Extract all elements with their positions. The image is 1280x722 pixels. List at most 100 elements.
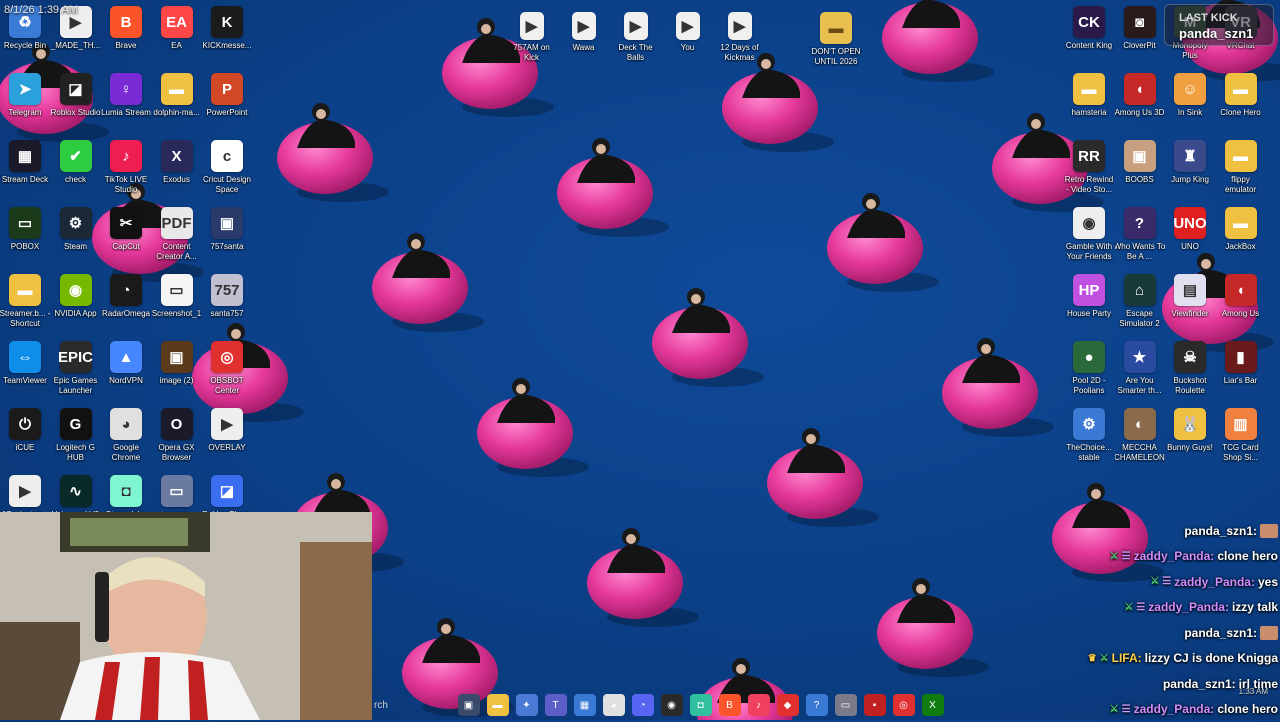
chat-username: panda_szn1: (1184, 524, 1257, 538)
desktop-icon-label: Streamer.b... - Shortcut (0, 309, 50, 329)
desktop-icon-image-2[interactable]: ▣image (2) (152, 337, 202, 404)
desktop-icon-jackbox[interactable]: ▬JackBox (1216, 203, 1266, 270)
desktop-icon-escape-simulator-2[interactable]: ⌂Escape Simulator 2 (1115, 270, 1165, 337)
desktop-icon-obsbot-center[interactable]: ◎OBSBOT Center (202, 337, 252, 404)
last-kick-widget: LAST KICK panda_szn1 (1164, 4, 1274, 46)
desktop-icon-teamviewer[interactable]: ⇔TeamViewer (0, 337, 50, 404)
desktop-icon-among-us[interactable]: ◖Among Us (1216, 270, 1266, 337)
desktop-icon-santa757[interactable]: 757santa757 (202, 270, 252, 337)
voicemod-icon: ∿ (60, 475, 92, 507)
desktop-icon-gamble-with-your-friends[interactable]: ◉Gamble With Your Friends (1064, 203, 1114, 270)
teams-icon[interactable]: T (545, 694, 567, 716)
desktop-icon-screenshot-1[interactable]: ▭Screenshot_1 (152, 270, 202, 337)
desktop-icon-liar-s-bar[interactable]: ▮Liar's Bar (1216, 337, 1266, 404)
desktop-icon-dolphin-ma[interactable]: ▬dolphin-ma... (152, 69, 202, 136)
desktop-icon-stream-deck[interactable]: ▦Stream Deck (0, 136, 50, 203)
liars-bar-icon: ▮ (1225, 341, 1257, 373)
desktop-icon-streamer-b-shortcut[interactable]: ▬Streamer.b... - Shortcut (0, 270, 50, 337)
desktop-icon-powerpoint[interactable]: PPowerPoint (202, 69, 252, 136)
desktop-icon-viewfinder[interactable]: ▤Viewfinder (1165, 270, 1215, 337)
desktop-icon-wawa[interactable]: ▶Wawa (558, 8, 609, 63)
desktop-icon-buckshot-roulette[interactable]: ☠Buckshot Roulette (1165, 337, 1215, 404)
desktop-icon-label: RadarOmega (101, 309, 151, 319)
desktop-icon-757santa[interactable]: ▣757santa (202, 203, 252, 270)
desktop-icon-pobox[interactable]: ▭POBOX (0, 203, 50, 270)
desktop-icon-label: Wawa (558, 43, 609, 53)
desktop-icon-retro-rewind-video-sto[interactable]: RRRetro Rewind - Video Sto... (1064, 136, 1114, 203)
streamlabs-icon[interactable]: ◘ (690, 694, 712, 716)
obsbot-icon[interactable]: ◎ (893, 694, 915, 716)
obs-icon[interactable]: ◉ (661, 694, 683, 716)
desktop-icon-house-party[interactable]: HPHouse Party (1064, 270, 1114, 337)
subscriber-badge-icon: ☰ (1162, 576, 1171, 587)
discord-icon[interactable]: ◔ (632, 694, 654, 716)
help-icon[interactable]: ? (806, 694, 828, 716)
desktop-icon-dont-open[interactable]: ▬ DON'T OPEN UNTIL 2026 (810, 8, 862, 67)
desktop-icon-cricut-design-space[interactable]: cCricut Design Space (202, 136, 252, 203)
app-red2-icon[interactable]: ▪ (864, 694, 886, 716)
desktop-icon-jump-king[interactable]: ♜Jump King (1165, 136, 1215, 203)
desktop-icon-label: Content Creator A... (152, 242, 202, 262)
desktop-icon-overlay[interactable]: ▶OVERLAY (202, 404, 252, 471)
logitech-icon: G (60, 408, 92, 440)
desktop-icon-thechoice-stable[interactable]: ⚙TheChoice... stable (1064, 404, 1114, 471)
desktop-icon-check[interactable]: ✔check (51, 136, 101, 203)
moderator-badge-icon: ⚔ (1124, 602, 1133, 613)
desktop-icon-steam[interactable]: ⚙Steam (51, 203, 101, 270)
ball-figure (877, 578, 989, 677)
desktop-icon-radaromega[interactable]: ◔RadarOmega (101, 270, 151, 337)
desktop-icon-brave[interactable]: BBrave (101, 2, 151, 69)
desktop-icon-meccha-chameleon[interactable]: ◐MECCHA CHAMELEON (1115, 404, 1165, 471)
file-explorer-icon[interactable]: ▬ (487, 694, 509, 716)
desktop-icon-tcg-card-shop-si[interactable]: ▥TCG Card Shop Si... (1216, 404, 1266, 471)
desktop-icon-deck-the-balls[interactable]: ▶Deck The Balls (610, 8, 661, 63)
desktop-icon-logitech-g-hub[interactable]: GLogitech G HUB (51, 404, 101, 471)
desktop-icon-hamsteria[interactable]: ▬hamsteria (1064, 69, 1114, 136)
desktop-icon-pool-2d-poolians[interactable]: ●Pool 2D - Poolians (1064, 337, 1114, 404)
desktop-icon-flippy-emulator[interactable]: ▬flippy emulator (1216, 136, 1266, 203)
desktop-icon-lumia-stream[interactable]: ♀Lumia Stream (101, 69, 151, 136)
app-red-icon[interactable]: ◆ (777, 694, 799, 716)
desktop-icon-who-wants-to-be-a[interactable]: ?Who Wants To Be A ... (1115, 203, 1165, 270)
store-icon[interactable]: ▦ (574, 694, 596, 716)
image-icon: 757 (211, 274, 243, 306)
house-party-icon: HP (1073, 274, 1105, 306)
desktop-icon-icue[interactable]: ⏻iCUE (0, 404, 50, 471)
desktop-icon-google-chrome[interactable]: ◕Google Chrome (101, 404, 151, 471)
desktop-icon-telegram[interactable]: ➤Telegram (0, 69, 50, 136)
desktop-icon-nordvpn[interactable]: ▲NordVPN (101, 337, 151, 404)
xbox-icon[interactable]: X (922, 694, 944, 716)
desktop-icon-clone-hero[interactable]: ▬Clone Hero (1216, 69, 1266, 136)
desktop-icon-757am-on-kick[interactable]: ▶757AM on Kick (506, 8, 557, 63)
desktop-icon-among-us-3d[interactable]: ◖Among Us 3D (1115, 69, 1165, 136)
desktop-icon-cloverpit[interactable]: ◙CloverPit (1115, 2, 1165, 69)
video-file-icon: ▶ (520, 12, 544, 40)
desktop-icon-in-sink[interactable]: ☺In Sink (1165, 69, 1215, 136)
desktop-icon-you[interactable]: ▶You (662, 8, 713, 63)
desktop-icon-roblox-studio[interactable]: ◪Roblox Studio (51, 69, 101, 136)
desktop-icon-ea[interactable]: EAEA (152, 2, 202, 69)
desktop-icon-bunny-guys[interactable]: 🐰Bunny Guys! (1165, 404, 1215, 471)
taskbar-search[interactable]: rch (372, 700, 454, 711)
desktop-icon-uno[interactable]: UNOUNO (1165, 203, 1215, 270)
desktop-icon-kickmesse[interactable]: KKICKmesse... (202, 2, 252, 69)
copilot-icon[interactable]: ✦ (516, 694, 538, 716)
desktop-icon-exodus[interactable]: XExodus (152, 136, 202, 203)
folder-icon: ▬ (820, 12, 852, 44)
desktop-icon-label: MECCHA CHAMELEON (1115, 443, 1165, 463)
desktop-icon-content-king[interactable]: CKContent King (1064, 2, 1114, 69)
music-icon[interactable]: ♪ (748, 694, 770, 716)
brave-icon[interactable]: B (719, 694, 741, 716)
chrome-icon[interactable]: ◕ (603, 694, 625, 716)
desktop-icon-opera-gx-browser[interactable]: OOpera GX Browser (152, 404, 202, 471)
desktop-icon-capcut[interactable]: ✂CapCut (101, 203, 151, 270)
desktop-icon-12-days-of-kickmas[interactable]: ▶12 Days of Kickmas (714, 8, 765, 63)
desktop-icon-are-you-smarter-th[interactable]: ★Are You Smarter th... (1115, 337, 1165, 404)
desktop-icon-tiktok-live-studio[interactable]: ♪TikTok LIVE Studio (101, 136, 151, 203)
task-view-icon[interactable]: ▣ (458, 694, 480, 716)
app-box-icon[interactable]: ▭ (835, 694, 857, 716)
desktop-icon-nvidia-app[interactable]: ◉NVIDIA App (51, 270, 101, 337)
desktop-icon-epic-games-launcher[interactable]: EPICEpic Games Launcher (51, 337, 101, 404)
desktop-icon-boobs[interactable]: ▣BOOBS (1115, 136, 1165, 203)
desktop-icon-content-creator-a[interactable]: PDFContent Creator A... (152, 203, 202, 270)
